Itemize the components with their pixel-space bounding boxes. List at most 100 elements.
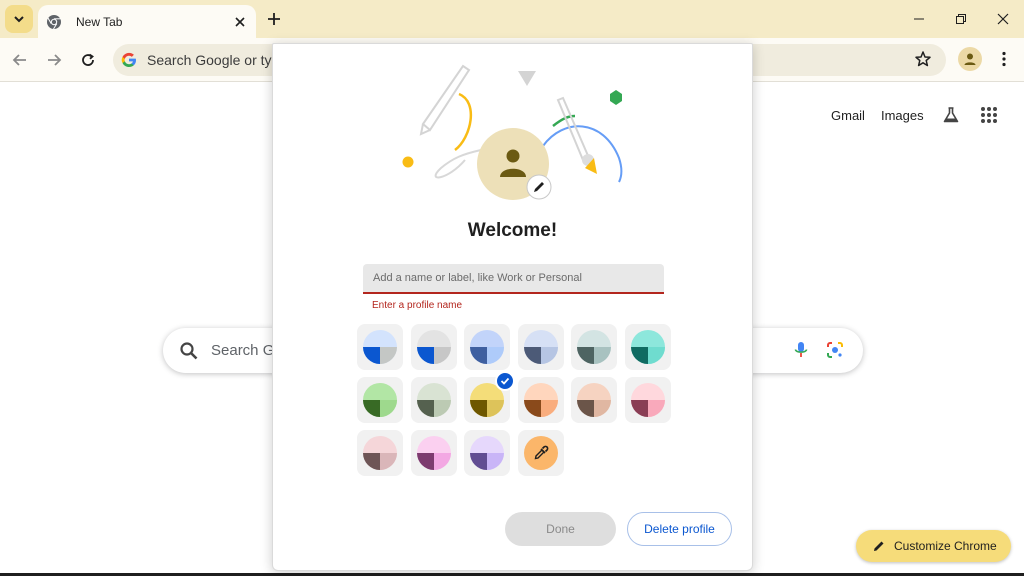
close-window-button[interactable] <box>982 0 1024 38</box>
theme-frame-quadrant <box>417 453 434 470</box>
menu-button[interactable] <box>994 47 1014 71</box>
eyedropper-icon <box>524 436 558 470</box>
theme-slate-swatch[interactable] <box>518 324 564 370</box>
theme-frame-quadrant <box>631 347 648 364</box>
profile-button[interactable] <box>958 47 982 71</box>
tab-search-button[interactable] <box>5 5 33 33</box>
theme-preview-circle <box>577 383 611 417</box>
theme-toolbar-quadrant <box>594 400 611 417</box>
theme-toolbar-quadrant <box>487 400 504 417</box>
theme-toolbar-quadrant <box>380 453 397 470</box>
restore-button[interactable] <box>940 0 982 38</box>
star-icon[interactable] <box>914 50 934 70</box>
theme-toolbar-quadrant <box>487 347 504 364</box>
close-icon <box>997 13 1009 25</box>
ntp-search-placeholder: Search G <box>211 342 275 359</box>
theme-blue-1-swatch[interactable] <box>357 324 403 370</box>
reload-icon <box>82 53 94 66</box>
tab-new-tab[interactable]: New Tab <box>38 5 256 38</box>
arrow-forward-icon <box>48 54 62 66</box>
tab-strip: New Tab <box>0 0 1024 38</box>
theme-frame-quadrant <box>363 347 380 364</box>
more-vert-icon <box>1002 51 1006 67</box>
theme-preview-circle <box>417 330 451 364</box>
forward-button[interactable] <box>40 46 68 74</box>
flask-icon[interactable] <box>940 104 962 126</box>
theme-pink-swatch[interactable] <box>625 377 671 423</box>
theme-frame-quadrant <box>577 400 594 417</box>
arrow-back-icon <box>12 54 26 66</box>
theme-frame-quadrant <box>524 347 541 364</box>
theme-grey-blue-swatch[interactable] <box>411 324 457 370</box>
theme-blue-2-swatch[interactable] <box>464 324 510 370</box>
theme-frame-quadrant <box>363 453 380 470</box>
images-link[interactable]: Images <box>881 108 924 123</box>
theme-frame-quadrant <box>631 400 648 417</box>
lens-icon[interactable] <box>825 340 845 360</box>
theme-preview-circle <box>470 330 504 364</box>
theme-frame-quadrant <box>470 400 487 417</box>
theme-preview-circle <box>631 330 665 364</box>
theme-toolbar-quadrant <box>541 400 558 417</box>
ntp-header-links: Gmail Images <box>831 104 1000 126</box>
theme-frame-quadrant <box>417 400 434 417</box>
theme-frame-quadrant <box>363 400 380 417</box>
theme-frame-quadrant <box>577 347 594 364</box>
theme-frame-quadrant <box>470 347 487 364</box>
chevron-down-icon <box>14 16 24 23</box>
customize-chrome-button[interactable]: Customize Chrome <box>856 530 1011 562</box>
theme-preview-circle <box>417 383 451 417</box>
theme-tan-swatch[interactable] <box>571 377 617 423</box>
google-icon <box>121 52 137 68</box>
apps-grid-icon[interactable] <box>978 104 1000 126</box>
theme-orange-swatch[interactable] <box>518 377 564 423</box>
theme-toolbar-quadrant <box>434 453 451 470</box>
theme-preview-circle <box>417 436 451 470</box>
profile-name-input[interactable] <box>363 264 664 294</box>
new-tab-button[interactable] <box>262 7 286 31</box>
theme-preview-circle <box>363 383 397 417</box>
theme-magenta-swatch[interactable] <box>411 430 457 476</box>
close-icon[interactable] <box>230 12 250 32</box>
theme-mauve-swatch[interactable] <box>357 430 403 476</box>
theme-yellow-swatch[interactable] <box>464 371 515 423</box>
theme-sage-swatch[interactable] <box>411 377 457 423</box>
theme-aqua-swatch[interactable] <box>625 324 671 370</box>
theme-grey-teal-swatch[interactable] <box>571 324 617 370</box>
welcome-illustration <box>402 64 623 200</box>
customize-chrome-label: Customize Chrome <box>894 539 997 553</box>
custom-color-picker-button[interactable] <box>518 430 564 476</box>
theme-green-swatch[interactable] <box>357 377 403 423</box>
theme-frame-quadrant <box>524 400 541 417</box>
restore-icon <box>956 14 966 24</box>
window-controls <box>898 0 1024 38</box>
theme-toolbar-quadrant <box>648 347 665 364</box>
selected-check-icon <box>495 371 515 391</box>
back-button[interactable] <box>6 46 34 74</box>
theme-preview-circle <box>524 383 558 417</box>
minimize-icon <box>914 18 924 20</box>
gmail-link[interactable]: Gmail <box>831 108 865 123</box>
minimize-button[interactable] <box>898 0 940 38</box>
reload-button[interactable] <box>74 46 102 74</box>
person-icon <box>964 53 976 65</box>
theme-toolbar-quadrant <box>380 400 397 417</box>
theme-lavender-swatch[interactable] <box>464 430 510 476</box>
theme-frame-quadrant <box>417 347 434 364</box>
theme-preview-circle <box>470 436 504 470</box>
plus-icon <box>268 13 280 25</box>
theme-toolbar-quadrant <box>594 347 611 364</box>
profile-name-error: Enter a profile name <box>372 300 463 311</box>
theme-toolbar-quadrant <box>541 347 558 364</box>
theme-toolbar-quadrant <box>487 453 504 470</box>
mic-icon[interactable] <box>791 340 811 360</box>
theme-frame-quadrant <box>470 453 487 470</box>
chrome-icon <box>46 14 62 30</box>
omnibox-text: Search Google or type <box>147 52 288 68</box>
delete-profile-button[interactable]: Delete profile <box>627 512 732 546</box>
done-button[interactable]: Done <box>505 512 616 546</box>
theme-toolbar-quadrant <box>380 347 397 364</box>
pencil-icon <box>874 541 884 551</box>
theme-toolbar-quadrant <box>434 347 451 364</box>
theme-preview-circle <box>631 383 665 417</box>
